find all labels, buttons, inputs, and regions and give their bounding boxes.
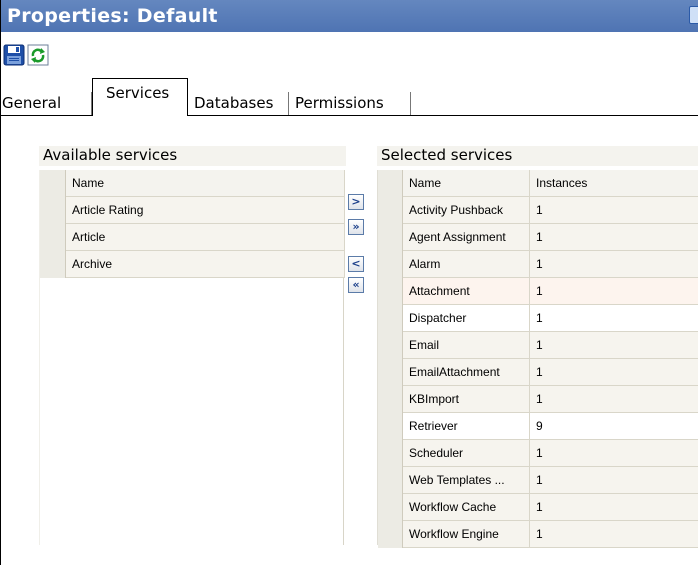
selected-services-label: Selected services xyxy=(377,146,698,166)
table-row[interactable]: Dispatcher 1 xyxy=(378,305,698,332)
table-row[interactable]: Activity Pushback 1 xyxy=(378,197,698,224)
table-row[interactable]: Email 1 xyxy=(378,332,698,359)
selected-services-grid: Name Instances Activity Pushback 1 Agent… xyxy=(377,170,698,548)
title-bar: Properties: Default xyxy=(1,0,698,32)
service-instances[interactable]: 1 xyxy=(530,521,698,548)
table-row[interactable]: Workflow Cache 1 xyxy=(378,494,698,521)
row-selector xyxy=(40,170,66,197)
refresh-icon[interactable] xyxy=(27,44,49,66)
tab-permissions[interactable]: Permissions xyxy=(290,92,411,115)
save-disk-icon[interactable] xyxy=(3,44,25,66)
column-header-instances[interactable]: Instances xyxy=(530,170,698,197)
table-row[interactable]: Workflow Engine 1 xyxy=(378,521,698,548)
table-row[interactable]: Attachment 1 xyxy=(378,278,698,305)
remove-service-button[interactable]: < xyxy=(348,256,364,272)
service-name[interactable]: Archive xyxy=(66,251,345,278)
table-row[interactable]: Alarm 1 xyxy=(378,251,698,278)
row-selector[interactable] xyxy=(40,197,66,224)
tab-services[interactable]: Services xyxy=(92,78,188,116)
service-name[interactable]: Workflow Cache xyxy=(403,494,530,521)
service-instances[interactable]: 1 xyxy=(530,440,698,467)
row-selector[interactable] xyxy=(378,359,403,386)
tab-databases[interactable]: Databases xyxy=(192,92,289,115)
table-row[interactable]: Article Rating xyxy=(40,197,345,224)
grid-header-row: Name Instances xyxy=(378,170,698,197)
service-instances[interactable]: 9 xyxy=(530,413,698,440)
row-selector[interactable] xyxy=(378,224,403,251)
row-selector[interactable] xyxy=(378,386,403,413)
window-title: Properties: Default xyxy=(7,5,218,27)
row-selector xyxy=(378,170,403,197)
service-name[interactable]: Alarm xyxy=(403,251,530,278)
close-icon[interactable] xyxy=(689,6,698,24)
service-instances[interactable]: 1 xyxy=(530,305,698,332)
service-instances[interactable]: 1 xyxy=(530,359,698,386)
row-selector[interactable] xyxy=(378,278,403,305)
table-row[interactable]: KBImport 1 xyxy=(378,386,698,413)
column-header-name[interactable]: Name xyxy=(66,170,345,197)
service-instances[interactable]: 1 xyxy=(530,197,698,224)
row-selector[interactable] xyxy=(378,413,403,440)
row-selector[interactable] xyxy=(378,440,403,467)
service-instances[interactable]: 1 xyxy=(530,332,698,359)
service-name[interactable]: Attachment xyxy=(403,278,530,305)
toolbar xyxy=(1,33,698,69)
available-services-label: Available services xyxy=(39,146,346,166)
row-selector[interactable] xyxy=(378,521,403,548)
service-name[interactable]: Retriever xyxy=(403,413,530,440)
row-selector[interactable] xyxy=(378,332,403,359)
service-name[interactable]: Scheduler xyxy=(403,440,530,467)
service-instances[interactable]: 1 xyxy=(530,278,698,305)
row-selector[interactable] xyxy=(378,197,403,224)
grid-header-row: Name xyxy=(40,170,345,197)
service-instances[interactable]: 1 xyxy=(530,494,698,521)
available-services-grid: Name Article Rating Article Archive xyxy=(39,170,345,545)
table-row[interactable]: Agent Assignment 1 xyxy=(378,224,698,251)
row-selector[interactable] xyxy=(40,224,66,251)
row-selector[interactable] xyxy=(378,305,403,332)
remove-all-services-button[interactable]: « xyxy=(348,277,364,293)
service-name[interactable]: Activity Pushback xyxy=(403,197,530,224)
row-selector[interactable] xyxy=(378,467,403,494)
service-instances[interactable]: 1 xyxy=(530,386,698,413)
service-name[interactable]: Article Rating xyxy=(66,197,345,224)
tab-general[interactable]: General xyxy=(1,92,92,115)
table-row[interactable]: Archive xyxy=(40,251,345,278)
service-name[interactable]: Agent Assignment xyxy=(403,224,530,251)
service-instances[interactable]: 1 xyxy=(530,251,698,278)
properties-window: Properties: Default General Services Dat… xyxy=(0,0,698,565)
table-row[interactable]: Article xyxy=(40,224,345,251)
service-name[interactable]: Article xyxy=(66,224,345,251)
table-row[interactable]: Web Templates ... 1 xyxy=(378,467,698,494)
service-instances[interactable]: 1 xyxy=(530,467,698,494)
row-selector[interactable] xyxy=(378,251,403,278)
service-name[interactable]: KBImport xyxy=(403,386,530,413)
row-selector[interactable] xyxy=(40,251,66,278)
service-name[interactable]: Web Templates ... xyxy=(403,467,530,494)
column-header-name[interactable]: Name xyxy=(403,170,530,197)
table-row[interactable]: EmailAttachment 1 xyxy=(378,359,698,386)
service-instances[interactable]: 1 xyxy=(530,224,698,251)
row-selector[interactable] xyxy=(378,494,403,521)
service-name[interactable]: Email xyxy=(403,332,530,359)
tab-strip: General Services Databases Permissions xyxy=(1,70,698,116)
service-name[interactable]: Dispatcher xyxy=(403,305,530,332)
table-row[interactable]: Scheduler 1 xyxy=(378,440,698,467)
add-service-button[interactable]: > xyxy=(348,194,364,210)
add-all-services-button[interactable]: » xyxy=(348,219,364,235)
service-name[interactable]: Workflow Engine xyxy=(403,521,530,548)
table-row[interactable]: Retriever 9 xyxy=(378,413,698,440)
service-name[interactable]: EmailAttachment xyxy=(403,359,530,386)
